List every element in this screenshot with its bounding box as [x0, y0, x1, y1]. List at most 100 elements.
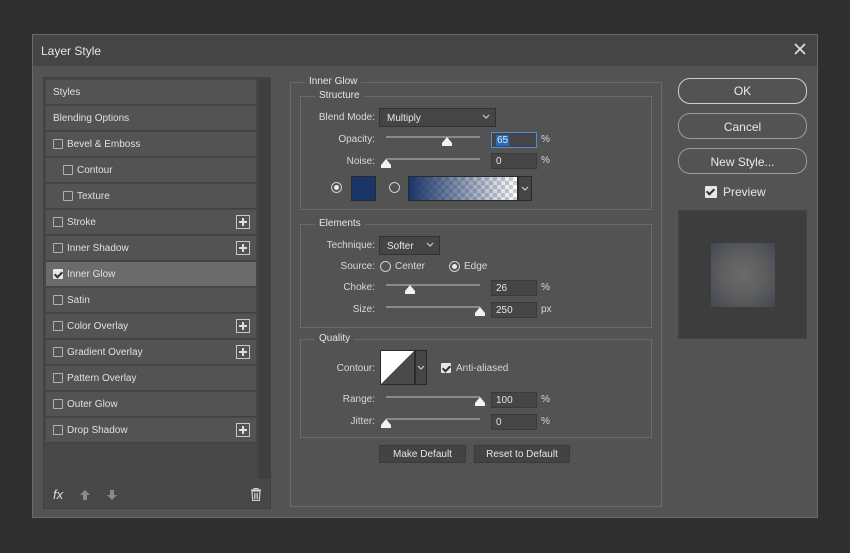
- ok-button[interactable]: OK: [678, 78, 807, 104]
- style-item-satin[interactable]: Satin: [46, 288, 256, 313]
- technique-select[interactable]: Softer: [379, 236, 440, 255]
- choke-input[interactable]: 26: [491, 280, 537, 296]
- style-item-color-overlay[interactable]: Color Overlay: [46, 314, 256, 339]
- blend-mode-value: Multiply: [387, 113, 421, 124]
- color-fill-radio[interactable]: [331, 182, 342, 193]
- noise-slider-track[interactable]: [386, 158, 480, 160]
- style-checkbox[interactable]: [63, 165, 73, 175]
- jitter-label: Jitter:: [350, 416, 375, 427]
- style-checkbox[interactable]: [53, 295, 63, 305]
- style-checkbox[interactable]: [53, 243, 63, 253]
- choke-slider-track[interactable]: [386, 284, 480, 286]
- style-item-blending-options[interactable]: Blending Options: [46, 106, 256, 131]
- contour-label: Contour:: [336, 363, 375, 374]
- range-slider-track[interactable]: [386, 396, 480, 398]
- chevron-down-icon: [417, 365, 425, 370]
- jitter-input[interactable]: 0: [491, 414, 537, 430]
- preview-checkbox[interactable]: [705, 186, 717, 198]
- style-checkbox[interactable]: [53, 217, 63, 227]
- move-down-icon[interactable]: [106, 488, 118, 506]
- size-input[interactable]: 250: [491, 302, 537, 318]
- size-slider-track[interactable]: [386, 306, 480, 308]
- gradient-dropdown[interactable]: [518, 176, 532, 201]
- range-label: Range:: [342, 394, 375, 405]
- contour-dropdown[interactable]: [415, 350, 427, 385]
- add-effect-icon[interactable]: [236, 319, 250, 333]
- opacity-slider-track[interactable]: [386, 136, 480, 138]
- jitter-slider-track[interactable]: [386, 418, 480, 420]
- style-checkbox[interactable]: [53, 139, 63, 149]
- range-input[interactable]: 100: [491, 392, 537, 408]
- style-item-inner-glow[interactable]: Inner Glow: [46, 262, 256, 287]
- style-item-outer-glow[interactable]: Outer Glow: [46, 392, 256, 417]
- style-item-gradient-overlay[interactable]: Gradient Overlay: [46, 340, 256, 365]
- style-item-styles[interactable]: Styles: [46, 80, 256, 105]
- add-effect-icon[interactable]: [236, 215, 250, 229]
- layer-style-dialog: Layer Style Styles Blending Options Bevel …: [32, 34, 818, 518]
- style-item-label: Drop Shadow: [67, 425, 128, 436]
- contour-curve-icon: [381, 351, 414, 384]
- cancel-button[interactable]: Cancel: [678, 113, 807, 139]
- style-item-label: Texture: [77, 191, 110, 202]
- style-item-texture[interactable]: Texture: [46, 184, 256, 209]
- style-checkbox[interactable]: [63, 191, 73, 201]
- close-icon[interactable]: [793, 42, 807, 56]
- preview-thumbnail: [678, 210, 807, 339]
- new-style-button[interactable]: New Style...: [678, 148, 807, 174]
- style-item-label: Blending Options: [53, 113, 130, 124]
- style-item-label: Inner Shadow: [67, 243, 129, 254]
- preview-label: Preview: [723, 185, 766, 199]
- style-item-label: Inner Glow: [67, 269, 116, 280]
- size-label: Size:: [352, 304, 375, 315]
- style-checkbox[interactable]: [53, 321, 63, 331]
- style-checkbox[interactable]: [53, 399, 63, 409]
- fx-icon[interactable]: fx: [53, 487, 63, 502]
- style-item-drop-shadow[interactable]: Drop Shadow: [46, 418, 256, 443]
- anti-aliased-checkbox[interactable]: [441, 363, 451, 373]
- chevron-down-icon: [426, 239, 434, 253]
- gradient-swatch[interactable]: [408, 176, 518, 201]
- preview-swatch: [711, 243, 775, 307]
- style-item-label: Contour: [77, 165, 113, 176]
- blend-mode-select[interactable]: Multiply: [379, 108, 496, 127]
- style-item-label: Pattern Overlay: [67, 373, 137, 384]
- styles-list-scrollbar[interactable]: [258, 79, 270, 479]
- style-checkbox[interactable]: [53, 347, 63, 357]
- style-item-contour[interactable]: Contour: [46, 158, 256, 183]
- style-checkbox[interactable]: [53, 425, 63, 435]
- move-up-icon[interactable]: [79, 488, 91, 506]
- reset-to-default-button[interactable]: Reset to Default: [474, 445, 570, 463]
- source-center-radio[interactable]: [380, 261, 391, 272]
- opacity-unit: %: [541, 134, 550, 145]
- style-item-inner-shadow[interactable]: Inner Shadow: [46, 236, 256, 261]
- style-item-label: Bevel & Emboss: [67, 139, 141, 150]
- source-edge-radio[interactable]: [449, 261, 460, 272]
- style-item-label: Gradient Overlay: [67, 347, 143, 358]
- noise-input[interactable]: 0: [491, 153, 537, 169]
- glow-color-swatch[interactable]: [351, 176, 376, 201]
- add-effect-icon[interactable]: [236, 241, 250, 255]
- choke-unit: %: [541, 282, 550, 293]
- style-item-bevel-emboss[interactable]: Bevel & Emboss: [46, 132, 256, 157]
- structure-title: Structure: [315, 90, 364, 101]
- contour-preview[interactable]: [380, 350, 415, 385]
- choke-value: 26: [496, 283, 508, 294]
- opacity-input[interactable]: 65: [491, 132, 537, 148]
- choke-label: Choke:: [343, 282, 375, 293]
- trash-icon[interactable]: [250, 487, 262, 506]
- style-checkbox[interactable]: [53, 373, 63, 383]
- source-center-label: Center: [395, 261, 426, 272]
- style-item-stroke[interactable]: Stroke: [46, 210, 256, 235]
- technique-label: Technique:: [326, 240, 375, 251]
- style-item-pattern-overlay[interactable]: Pattern Overlay: [46, 366, 256, 391]
- style-checkbox[interactable]: [53, 269, 63, 279]
- gradient-fill-radio[interactable]: [389, 182, 400, 193]
- anti-aliased-label: Anti-aliased: [456, 363, 509, 374]
- style-item-label: Styles: [53, 87, 81, 98]
- dialog-title: Layer Style: [41, 44, 102, 58]
- add-effect-icon[interactable]: [236, 423, 250, 437]
- noise-label: Noise:: [346, 156, 375, 167]
- add-effect-icon[interactable]: [236, 345, 250, 359]
- make-default-button[interactable]: Make Default: [379, 445, 466, 463]
- technique-value: Softer: [387, 241, 414, 252]
